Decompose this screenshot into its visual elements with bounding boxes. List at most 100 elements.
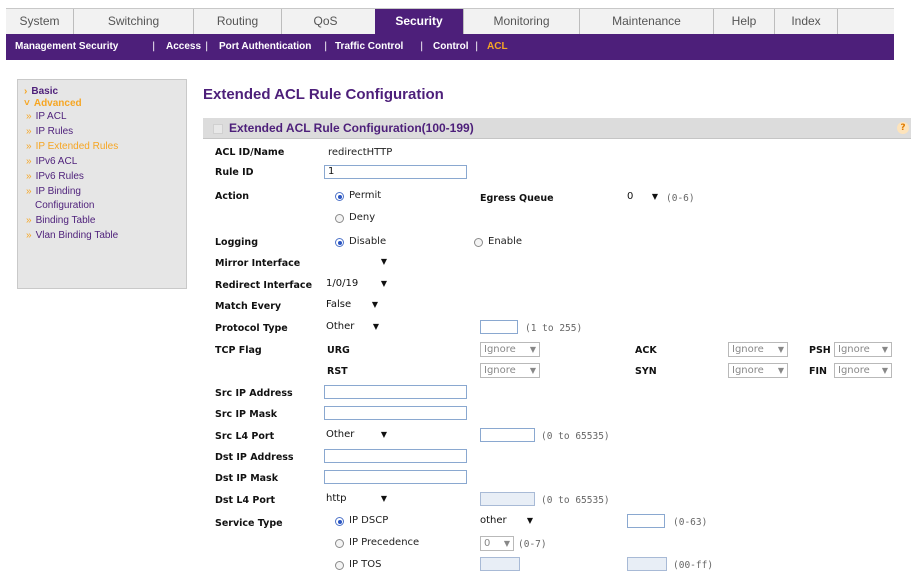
tab-help[interactable]: Help <box>713 9 774 35</box>
ip-dscp-hint: (0-63) <box>673 517 708 528</box>
src-l4-port-select[interactable]: Other ▼ <box>326 427 390 443</box>
tab-maintenance[interactable]: Maintenance <box>579 9 713 35</box>
ip-tos-input[interactable] <box>480 557 520 571</box>
urg-select[interactable]: Ignore ▼ <box>480 342 540 357</box>
help-icon[interactable]: ? <box>897 122 909 134</box>
nav-item-ip-extended-rules[interactable]: » IP Extended Rules <box>26 141 118 152</box>
logging-enable-radio[interactable] <box>474 238 483 247</box>
protocol-type-label: Protocol Type <box>215 323 288 334</box>
logging-disable-radio[interactable] <box>335 238 344 247</box>
panel-header: Extended ACL Rule Configuration(100-199)… <box>203 118 911 139</box>
src-ip-input[interactable] <box>324 385 467 399</box>
chevron-down-icon: ▼ <box>881 345 888 354</box>
mirror-interface-label: Mirror Interface <box>215 258 301 269</box>
subnav-traffic-control[interactable]: Traffic Control <box>335 34 403 60</box>
src-l4-port-input[interactable] <box>480 428 535 442</box>
dst-mask-input[interactable] <box>324 470 467 484</box>
action-label: Action <box>215 191 250 202</box>
ip-tos-mask-input[interactable] <box>627 557 667 571</box>
match-every-value: False <box>326 299 352 310</box>
protocol-number-input[interactable] <box>480 320 518 334</box>
deny-radio[interactable] <box>335 214 344 223</box>
subnav-management-security[interactable]: Management Security <box>15 34 118 60</box>
chevron-down-icon: ▼ <box>503 539 510 548</box>
src-mask-label: Src IP Mask <box>215 409 278 420</box>
subnav-access[interactable]: Access <box>166 34 201 60</box>
permit-label: Permit <box>349 190 382 201</box>
redirect-interface-value: 1/0/19 <box>326 278 359 289</box>
match-every-select[interactable]: False ▼ <box>326 297 381 313</box>
ip-precedence-select[interactable]: 0 ▼ <box>480 536 514 551</box>
chevron-down-icon: ▼ <box>777 366 784 375</box>
double-chevron-icon: » <box>26 156 32 167</box>
double-chevron-icon: » <box>26 171 32 182</box>
fin-select[interactable]: Ignore ▼ <box>834 363 892 378</box>
dst-port-hint: (0 to 65535) <box>541 495 610 506</box>
nav-basic[interactable]: › Basic <box>24 86 58 97</box>
acl-id-value: redirectHTTP <box>328 147 393 158</box>
ack-label: ACK <box>635 345 657 356</box>
dst-l4-port-value: http <box>326 493 347 504</box>
chevron-down-icon: ▼ <box>380 430 387 439</box>
nav-item-configuration[interactable]: Configuration <box>35 200 94 211</box>
dst-ip-input[interactable] <box>324 449 467 463</box>
nav-item-label: IP Binding <box>35 186 81 197</box>
chevron-down-icon: ▼ <box>881 366 888 375</box>
tab-monitoring[interactable]: Monitoring <box>463 9 579 35</box>
nav-item-ip-acl[interactable]: » IP ACL <box>26 111 67 122</box>
nav-item-ipv6-acl[interactable]: » IPv6 ACL <box>26 156 77 167</box>
protocol-type-value: Other <box>326 321 355 332</box>
ip-dscp-radio[interactable] <box>335 517 344 526</box>
subnav-acl[interactable]: ACL <box>487 34 508 60</box>
subnav-port-authentication[interactable]: Port Authentication <box>219 34 311 60</box>
nav-item-ip-binding[interactable]: » IP Binding <box>26 186 81 197</box>
nav-item-ipv6-rules[interactable]: » IPv6 Rules <box>26 171 84 182</box>
ack-select[interactable]: Ignore ▼ <box>728 342 788 357</box>
chevron-down-icon: ▼ <box>529 366 536 375</box>
dst-l4-port-select[interactable]: http ▼ <box>326 491 390 507</box>
tab-system[interactable]: System <box>6 9 73 35</box>
chevron-down-icon: ▼ <box>380 279 387 288</box>
ip-tos-radio[interactable] <box>335 561 344 570</box>
fin-label: FIN <box>809 366 827 377</box>
nav-advanced[interactable]: ˅ Advanced <box>24 98 82 109</box>
tab-index[interactable]: Index <box>774 9 838 35</box>
mirror-interface-select[interactable]: ▼ <box>326 254 390 270</box>
dst-l4-port-label: Dst L4 Port <box>215 495 276 506</box>
nav-item-binding-table[interactable]: » Binding Table <box>26 215 95 226</box>
rule-id-input[interactable]: 1 <box>324 165 467 179</box>
subnav-separator: | <box>152 41 156 52</box>
chevron-down-icon: ▼ <box>529 345 536 354</box>
syn-select[interactable]: Ignore ▼ <box>728 363 788 378</box>
rst-select[interactable]: Ignore ▼ <box>480 363 540 378</box>
nav-item-label: IP ACL <box>35 111 67 122</box>
ip-precedence-radio[interactable] <box>335 539 344 548</box>
nav-item-vlan-binding-table[interactable]: » Vlan Binding Table <box>26 230 118 241</box>
tab-routing[interactable]: Routing <box>193 9 281 35</box>
permit-radio[interactable] <box>335 192 344 201</box>
src-mask-input[interactable] <box>324 406 467 420</box>
dst-l4-port-input[interactable] <box>480 492 535 506</box>
ip-dscp-input[interactable] <box>627 514 665 528</box>
tab-security[interactable]: Security <box>375 9 463 35</box>
syn-value: Ignore <box>732 365 764 376</box>
redirect-interface-select[interactable]: 1/0/19 ▼ <box>326 276 390 292</box>
redirect-interface-label: Redirect Interface <box>215 280 313 291</box>
collapse-handle-icon[interactable] <box>213 124 223 134</box>
subnav-control[interactable]: Control <box>433 34 469 60</box>
src-l4-port-label: Src L4 Port <box>215 431 275 442</box>
double-chevron-icon: » <box>26 126 32 137</box>
tab-qos[interactable]: QoS <box>281 9 369 35</box>
nav-basic-label: Basic <box>31 86 59 97</box>
ip-dscp-select[interactable]: other ▼ <box>480 513 536 529</box>
src-l4-port-value: Other <box>326 429 355 440</box>
nav-item-label: IP Rules <box>35 126 74 137</box>
egress-queue-select[interactable]: 0 ▼ <box>627 189 661 205</box>
nav-item-ip-rules[interactable]: » IP Rules <box>26 126 73 137</box>
psh-select[interactable]: Ignore ▼ <box>834 342 892 357</box>
ip-precedence-label: IP Precedence <box>349 537 420 548</box>
tab-switching[interactable]: Switching <box>73 9 193 35</box>
protocol-type-select[interactable]: Other ▼ <box>326 319 382 335</box>
double-chevron-icon: » <box>26 141 32 152</box>
double-chevron-icon: » <box>26 230 32 241</box>
